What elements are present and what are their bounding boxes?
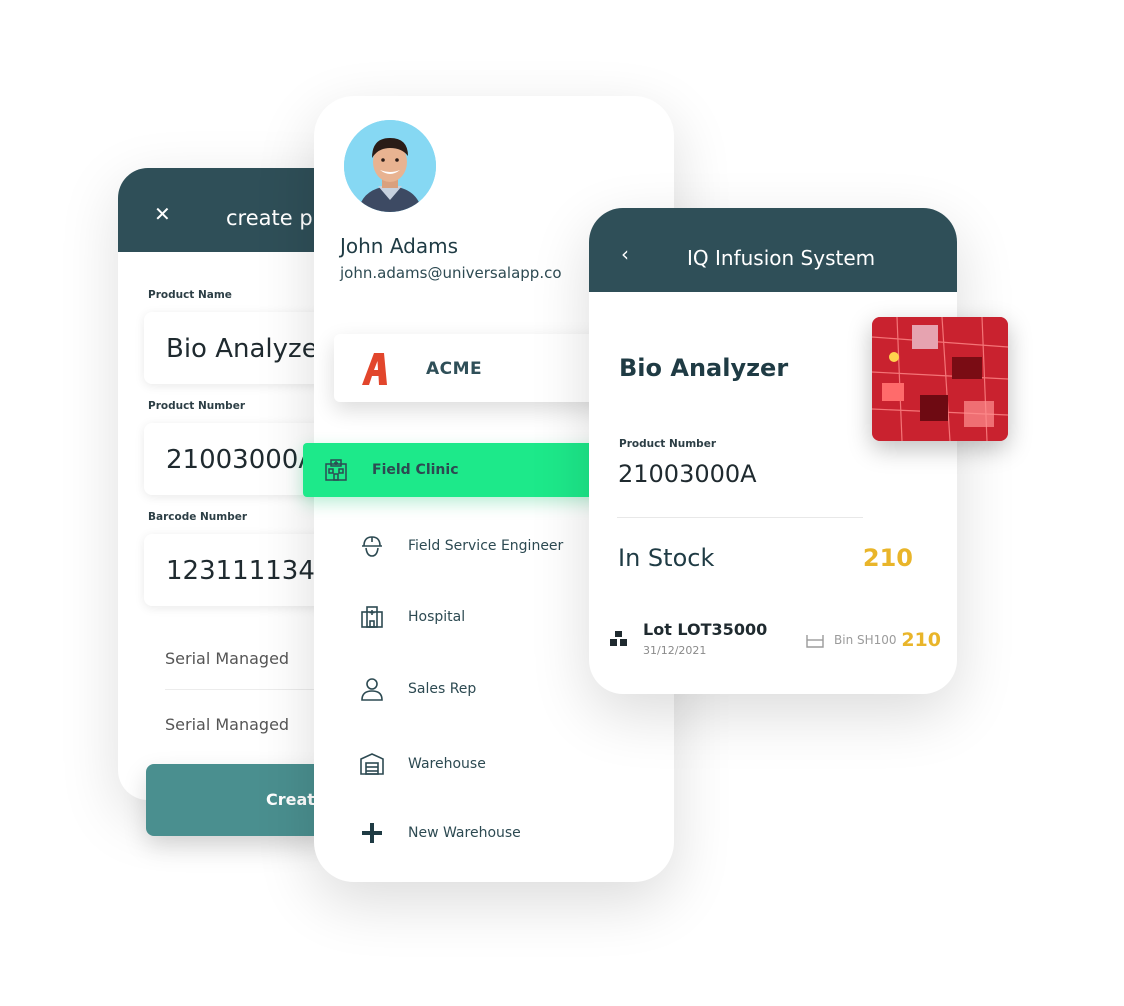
detail-header: ‹ IQ Infusion System xyxy=(589,208,957,292)
divider xyxy=(617,517,863,518)
create-button[interactable]: Creat xyxy=(146,764,326,836)
barcode-number-value: 1231111345 xyxy=(166,556,332,586)
stock-value: 210 xyxy=(862,544,913,572)
product-name-label: Product Name xyxy=(148,289,232,301)
product-name-value: Bio Analyze xyxy=(166,334,318,364)
menu-item-new-warehouse[interactable]: New Warehouse xyxy=(314,809,674,859)
product-title: Bio Analyzer xyxy=(619,354,789,382)
acme-logo xyxy=(360,352,390,390)
company-selector[interactable]: ACME xyxy=(334,334,614,402)
product-number-value: 21003000A xyxy=(166,445,317,475)
serial-managed-option[interactable]: Serial Managed xyxy=(165,649,289,668)
person-icon xyxy=(358,675,386,703)
menu-item-warehouse[interactable]: Warehouse xyxy=(314,740,674,790)
lot-number: Lot LOT35000 xyxy=(643,620,768,639)
product-number-label: Product Number xyxy=(619,438,716,450)
menu-item-label: Sales Rep xyxy=(408,681,477,697)
close-icon[interactable]: ✕ xyxy=(154,204,171,224)
lot-expiry-date: 31/12/2021 xyxy=(643,644,707,657)
menu-item-label: Warehouse xyxy=(408,756,486,772)
product-detail-card: ‹ IQ Infusion System Bio Analyzer Produc… xyxy=(589,208,957,694)
product-number-label: Product Number xyxy=(148,400,245,412)
create-button-label: Creat xyxy=(266,790,315,809)
menu-item-field-clinic[interactable]: Field Clinic xyxy=(303,443,603,497)
avatar[interactable] xyxy=(344,120,436,212)
user-name: John Adams xyxy=(340,234,459,258)
stock-label: In Stock xyxy=(618,544,715,572)
barcode-number-label: Barcode Number xyxy=(148,511,248,523)
hospital-icon xyxy=(358,603,386,631)
back-icon[interactable]: ‹ xyxy=(621,244,629,264)
serial-managed-option[interactable]: Serial Managed xyxy=(165,715,289,734)
product-image xyxy=(872,317,1008,441)
create-title: create p xyxy=(226,206,313,230)
bin-quantity: 210 xyxy=(901,629,941,651)
user-email: john.adams@universalapp.co xyxy=(340,264,562,282)
company-name: ACME xyxy=(426,359,483,379)
plus-icon xyxy=(358,819,386,847)
engineer-helmet-icon xyxy=(358,532,386,560)
product-number-value: 21003000A xyxy=(618,460,757,488)
warehouse-icon xyxy=(358,750,386,778)
bin-icon xyxy=(806,633,824,652)
menu-item-label: New Warehouse xyxy=(408,825,521,841)
boxes-icon xyxy=(609,630,629,652)
detail-title: IQ Infusion System xyxy=(687,246,876,270)
clinic-icon xyxy=(324,458,348,486)
menu-item-label: Hospital xyxy=(408,609,466,625)
active-location-label: Field Clinic xyxy=(372,462,459,478)
bin-label: Bin SH100 xyxy=(834,633,897,647)
menu-item-label: Field Service Engineer xyxy=(408,538,564,554)
